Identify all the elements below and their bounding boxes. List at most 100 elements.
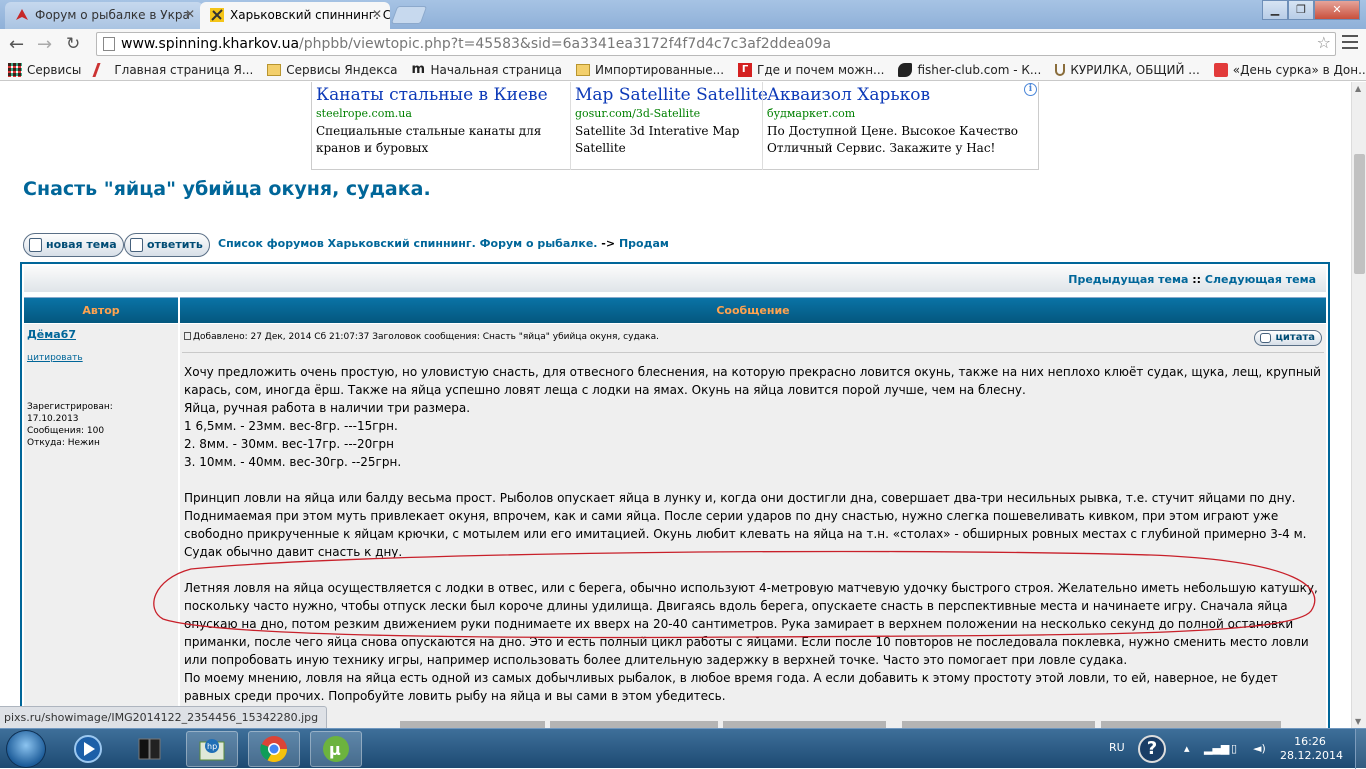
- media-player-app[interactable]: [62, 731, 114, 767]
- bookmark-item[interactable]: m Начальная страница: [411, 61, 563, 77]
- bookmark-item[interactable]: Г Где и почем можн...: [738, 62, 885, 77]
- close-window-button[interactable]: ✕: [1314, 0, 1360, 20]
- ad-description: Специальные стальные канаты для кранов и…: [316, 124, 542, 155]
- apps-grid-icon: [8, 62, 22, 77]
- scrollbar-thumb[interactable]: [1354, 154, 1365, 274]
- page-icon: [103, 37, 115, 51]
- post-paragraph: Летняя ловля на яйца осуществляется с ло…: [184, 581, 1318, 667]
- tab-forum[interactable]: Форум о рыбалке в Укра ✕: [5, 2, 203, 29]
- help-icon[interactable]: ?: [1138, 735, 1166, 763]
- ad-url[interactable]: gosur.com/3d-Satellite: [575, 107, 756, 120]
- scroll-down-arrow-icon[interactable]: ▼: [1355, 717, 1361, 726]
- bookmarks-bar: Сервисы Главная страница Я... Сервисы Ян…: [0, 59, 1366, 81]
- scroll-up-arrow-icon[interactable]: ▲: [1355, 84, 1361, 93]
- start-button[interactable]: [6, 730, 46, 768]
- next-topic-link[interactable]: Следующая тема: [1205, 273, 1316, 286]
- bookmark-label: «День сурка» в Дон...: [1232, 62, 1366, 77]
- show-desktop-button[interactable]: [1355, 729, 1366, 769]
- quote-link[interactable]: цитировать: [27, 353, 83, 363]
- bookmark-item[interactable]: Импортированные...: [576, 63, 724, 77]
- author-profile: Зарегистрирован: 17.10.2013 Сообщения: 1…: [27, 401, 113, 449]
- post-paragraph: 2. 8мм. - 30мм. вес-17гр. ---20грн: [184, 437, 395, 451]
- ad-block: Канаты стальные в Киеве steelrope.com.ua…: [311, 82, 1039, 170]
- new-topic-button[interactable]: новая тема: [23, 233, 124, 257]
- bookmark-item[interactable]: Сервисы: [8, 62, 82, 77]
- post-header-text: Добавлено: 27 Дек, 2014 Сб 21:07:37 Заго…: [193, 332, 659, 342]
- back-arrow-icon[interactable]: ←: [9, 34, 24, 55]
- image-thumbnail[interactable]: [723, 721, 886, 728]
- ad-url[interactable]: steelrope.com.ua: [316, 107, 558, 120]
- topic-title[interactable]: Снасть "яйца" убийца окуня, судака.: [23, 178, 431, 200]
- maximize-button[interactable]: ❐: [1288, 0, 1314, 20]
- new-topic-icon: [29, 238, 42, 252]
- system-clock[interactable]: 16:26 28.12.2014: [1280, 735, 1343, 763]
- utorrent-app[interactable]: μ: [310, 731, 362, 767]
- ad-title[interactable]: Map Satellite Satellite: [575, 85, 768, 105]
- ad-url[interactable]: будмаркет.com: [767, 107, 1018, 120]
- new-tab-button[interactable]: [390, 6, 428, 24]
- post-paragraph: 3. 10мм. - 40мм. вес-30гр. --25грн.: [184, 455, 402, 469]
- network-signal-icon[interactable]: ▂▄▆: [1204, 742, 1229, 755]
- breadcrumb-separator: ->: [601, 237, 616, 250]
- ad-item[interactable]: Канаты стальные в Киеве steelrope.com.ua…: [312, 82, 562, 170]
- reload-icon[interactable]: ↻: [66, 34, 80, 54]
- hp-app[interactable]: hp: [186, 731, 238, 767]
- post-paragraph: Хочу предложить очень простую, но уловис…: [184, 365, 1321, 397]
- volume-icon[interactable]: ◄): [1253, 742, 1266, 755]
- folder-icon: [576, 63, 591, 76]
- post-paragraph: Яйца, ручная работа в наличии три размер…: [184, 401, 471, 415]
- forward-arrow-icon[interactable]: →: [37, 34, 52, 55]
- registered-label: Зарегистрирован:: [27, 402, 113, 412]
- ad-title[interactable]: Канаты стальные в Киеве: [316, 85, 558, 105]
- bookmark-label: Сервисы: [27, 62, 82, 77]
- bookmark-label: Начальная страница: [430, 62, 563, 77]
- chrome-menu-icon[interactable]: [1342, 35, 1358, 49]
- prev-topic-link[interactable]: Предыдущая тема: [1068, 273, 1188, 286]
- file-manager-app[interactable]: [124, 731, 176, 767]
- image-thumbnail[interactable]: [550, 721, 718, 728]
- breadcrumb-home-link[interactable]: Список форумов Харьковский спиннинг. Фор…: [218, 237, 597, 250]
- reply-button[interactable]: ответить: [124, 233, 210, 257]
- bookmark-item[interactable]: «День сурка» в Дон...: [1213, 62, 1366, 77]
- post-author[interactable]: Дёма67: [27, 328, 76, 341]
- page-scrollbar[interactable]: ▲ ▼: [1351, 82, 1366, 728]
- tray-arrow-icon[interactable]: ▴: [1184, 742, 1190, 755]
- bookmark-item[interactable]: КУРИЛКА, ОБЩИЙ ...: [1055, 62, 1200, 77]
- ad-description: Satellite 3d Interative Map Satellite: [575, 124, 740, 155]
- image-thumbnail[interactable]: [902, 721, 1095, 728]
- page-content: Канаты стальные в Киеве steelrope.com.ua…: [0, 82, 1351, 728]
- tab-kharkov-spinning[interactable]: Харьковский спиннинг. С ✕: [200, 2, 390, 29]
- tab-close-icon[interactable]: ✕: [372, 7, 382, 21]
- bookmark-item[interactable]: Сервисы Яндекса: [267, 63, 398, 77]
- image-thumbnail[interactable]: [1101, 721, 1281, 728]
- m-logo-icon: m: [411, 61, 426, 77]
- minimize-button[interactable]: ▁: [1262, 0, 1288, 20]
- ad-title[interactable]: Акваизол Харьков: [767, 85, 1018, 105]
- tab-close-icon[interactable]: ✕: [185, 7, 195, 21]
- image-thumbnail[interactable]: [400, 721, 545, 728]
- ad-item[interactable]: Map Satellite Satellite gosur.com/3d-Sat…: [570, 82, 768, 170]
- bookmark-item[interactable]: fisher-club.com - К...: [898, 62, 1042, 77]
- bookmark-item[interactable]: Главная страница Я...: [92, 62, 254, 77]
- message-cell: Добавлено: 27 Дек, 2014 Сб 21:07:37 Заго…: [180, 324, 1326, 728]
- bookmark-label: Где и почем можн...: [757, 62, 885, 77]
- ad-info-icon[interactable]: i: [1024, 83, 1037, 96]
- quote-button[interactable]: цитата: [1254, 330, 1322, 346]
- status-bar-url: pixs.ru/showimage/IMG2014122_2354456_153…: [0, 706, 328, 728]
- new-topic-label: новая тема: [46, 238, 117, 251]
- address-bar[interactable]: www.spinning.kharkov.ua/phpbb/viewtopic.…: [96, 32, 1336, 56]
- ad-item[interactable]: Акваизол Харьков будмаркет.com По Доступ…: [762, 82, 1022, 170]
- red-arrow-icon: [16, 9, 28, 20]
- post-header: Добавлено: 27 Дек, 2014 Сб 21:07:37 Заго…: [184, 332, 659, 342]
- bookmark-label: КУРИЛКА, ОБЩИЙ ...: [1070, 62, 1200, 77]
- bookmark-label: Главная страница Я...: [114, 62, 254, 77]
- bookmark-star-icon[interactable]: ☆: [1317, 32, 1331, 54]
- language-indicator[interactable]: RU: [1109, 741, 1125, 754]
- hook-icon: [1055, 63, 1066, 76]
- hp-icon: hp: [199, 739, 225, 761]
- breadcrumb-forum-link[interactable]: Продам: [619, 237, 669, 250]
- chrome-app[interactable]: [248, 731, 300, 767]
- bookmark-label: fisher-club.com - К...: [917, 62, 1042, 77]
- quote-button-label: цитата: [1275, 332, 1315, 343]
- power-icon[interactable]: ▯: [1231, 742, 1237, 755]
